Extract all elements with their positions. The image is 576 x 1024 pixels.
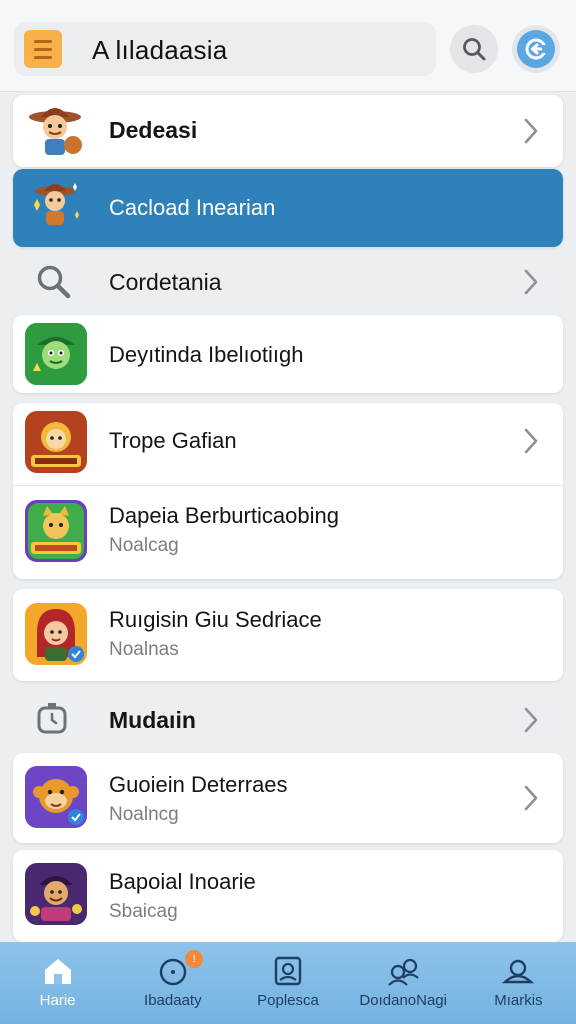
nav-label: Harie [39, 992, 76, 1009]
list-item[interactable]: Trope Gafian [13, 403, 563, 485]
list-item-title: Guoiein Deterraes [109, 772, 288, 797]
nav-label: Poplesca [257, 992, 319, 1009]
red-hair-girl-app-icon [25, 603, 87, 665]
list-item[interactable]: Bapoial Inoarie Sbaicag [13, 850, 563, 942]
nav-label: Ibadaaty [144, 992, 202, 1009]
chevron-right-icon [524, 428, 538, 454]
green-character-app-icon [25, 323, 87, 385]
notification-badge: ! [185, 950, 204, 968]
golden-hero-app-icon [25, 411, 87, 473]
home-icon [44, 959, 71, 984]
bottom-navigation: Harie ! Ibadaaty Poplesca DoıdanoNagi Mı… [0, 942, 576, 1024]
timer-icon [37, 703, 67, 734]
list-item-title: Cacload Inearian [109, 195, 276, 220]
list-item-title: Mudaıin [109, 707, 196, 733]
list-item-title: Dapeia Berburticaobing [109, 503, 339, 528]
search-icon [463, 38, 486, 61]
list-item-title: Dedeasi [109, 117, 198, 143]
list-item-selected[interactable]: Cacload Inearian [13, 169, 563, 247]
back-arrow-icon [525, 38, 548, 60]
list-item[interactable]: Cordetania [13, 249, 563, 315]
list-item[interactable]: Deyıtinda Ibelıotiıgh [13, 315, 563, 393]
cowboy-game-icon [25, 99, 87, 161]
profile-icon [502, 959, 535, 984]
list-item-subtitle: Sbaicag [109, 901, 178, 922]
list-item-title: Ruıgisin Giu Sedriace [109, 607, 322, 632]
nav-item-activity[interactable]: ! Ibadaaty [115, 942, 230, 1024]
list-item[interactable]: Ruıgisin Giu Sedriace Noalnas [13, 589, 563, 681]
top-app-bar: A lıladaasia [0, 0, 576, 92]
search-icon [37, 265, 71, 299]
cat-character-app-icon [25, 500, 87, 562]
list-item[interactable]: Guoiein Deterraes Noalncg [13, 753, 563, 843]
app-list: Dedeasi Cacload Inearian Cordetania Deyı… [0, 92, 576, 942]
list-group: Trope Gafian Dapeia Berburticaobing Noal… [13, 403, 563, 579]
nav-label: Mıarkis [494, 992, 543, 1009]
nav-item-home[interactable]: Harie [0, 942, 115, 1024]
list-item-title: Cordetania [109, 269, 222, 295]
cowboy-game-icon [25, 175, 87, 237]
monkey-character-app-icon [25, 766, 87, 828]
title-bar: A lıladaasia [14, 22, 436, 76]
list-item[interactable]: Dapeia Berburticaobing Noalcag [13, 486, 563, 579]
list-item-title: Trope Gafian [109, 428, 237, 453]
list-item[interactable]: Dedeasi [13, 95, 563, 167]
list-item-title: Deyıtinda Ibelıotiıgh [109, 342, 304, 367]
page-title: A lıladaasia [92, 35, 228, 65]
hamburger-menu-icon[interactable] [24, 30, 62, 68]
back-button[interactable] [512, 25, 560, 73]
nav-label: DoıdanoNagi [359, 992, 447, 1009]
list-item[interactable]: Mudaıin [13, 687, 563, 751]
list-item-subtitle: Noalcag [109, 535, 179, 556]
nav-item-gallery[interactable]: Poplesca [230, 942, 345, 1024]
nav-item-profile[interactable]: Mıarkis [461, 942, 576, 1024]
chevron-right-icon [524, 707, 538, 733]
list-item-subtitle: Noalncg [109, 804, 179, 825]
chevron-right-icon [524, 785, 538, 811]
gallery-icon [274, 956, 302, 986]
nav-item-people[interactable]: DoıdanoNagi [346, 942, 461, 1024]
people-icon [388, 958, 419, 986]
purple-hero-app-icon [25, 863, 87, 925]
search-button[interactable] [450, 25, 498, 73]
chevron-right-icon [524, 118, 538, 144]
list-item-title: Bapoial Inoarie [109, 869, 256, 894]
list-item-subtitle: Noalnas [109, 639, 179, 660]
chevron-right-icon [524, 269, 538, 295]
